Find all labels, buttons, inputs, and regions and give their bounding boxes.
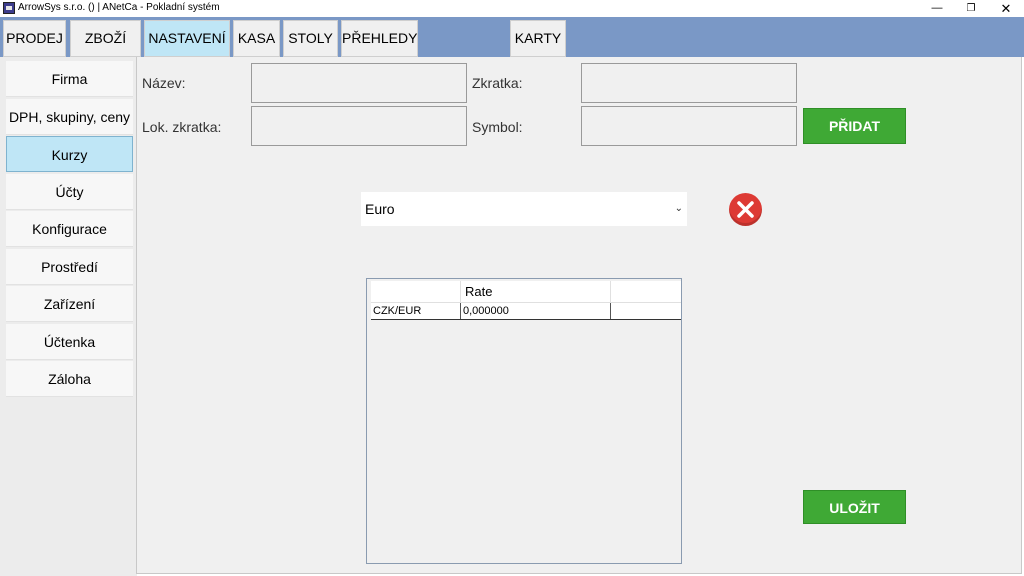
tab-prodej[interactable]: PRODEJ xyxy=(3,20,66,57)
abbr-input[interactable] xyxy=(581,63,797,103)
title-bar: ArrowSys s.r.o. () | ANetCa - Pokladní s… xyxy=(0,0,1024,17)
settings-sidebar: Firma DPH, skupiny, ceny Kurzy Účty Konf… xyxy=(0,57,137,576)
sidebar-item-konfigurace[interactable]: Konfigurace xyxy=(6,211,133,247)
add-button[interactable]: PŘIDAT xyxy=(803,108,906,144)
column-header-pair[interactable] xyxy=(371,281,461,303)
symbol-input[interactable] xyxy=(581,106,797,146)
sidebar-item-zaloha[interactable]: Záloha xyxy=(6,361,133,397)
column-header-extra[interactable] xyxy=(611,281,681,303)
abbr-label: Zkratka: xyxy=(472,75,523,91)
symbol-label: Symbol: xyxy=(472,119,523,135)
rates-table[interactable]: Rate CZK/EUR 0,000000 xyxy=(366,278,682,564)
sidebar-item-ucty[interactable]: Účty xyxy=(6,174,133,210)
app-icon xyxy=(3,2,15,14)
currency-select[interactable]: Euro ⌄ xyxy=(361,192,687,226)
chevron-down-icon: ⌄ xyxy=(674,203,683,214)
sidebar-item-firma[interactable]: Firma xyxy=(6,61,133,97)
rate-value-cell[interactable]: 0,000000 xyxy=(461,303,611,319)
sidebar-item-zarizeni[interactable]: Zařízení xyxy=(6,286,133,322)
tab-nastaveni[interactable]: NASTAVENÍ xyxy=(144,20,230,57)
sidebar-item-dph[interactable]: DPH, skupiny, ceny xyxy=(6,99,133,135)
sidebar-item-kurzy[interactable]: Kurzy xyxy=(6,136,133,172)
tab-stoly[interactable]: STOLY xyxy=(283,20,338,57)
tab-kasa[interactable]: KASA xyxy=(233,20,280,57)
table-row[interactable]: CZK/EUR 0,000000 xyxy=(371,303,681,320)
tab-prehledy[interactable]: PŘEHLEDY xyxy=(341,20,418,57)
rates-table-header: Rate xyxy=(371,281,681,303)
sidebar-item-uctenka[interactable]: Účtenka xyxy=(6,324,133,360)
column-header-rate[interactable]: Rate xyxy=(461,281,611,303)
window-title: ArrowSys s.r.o. () | ANetCa - Pokladní s… xyxy=(18,2,220,13)
rate-extra-cell[interactable] xyxy=(611,303,681,319)
name-label: Název: xyxy=(142,75,186,91)
local-abbr-label: Lok. zkratka: xyxy=(142,119,222,135)
currency-select-value: Euro xyxy=(365,201,395,217)
name-input[interactable] xyxy=(251,63,467,103)
main-menu-bar: PRODEJ ZBOŽÍ NASTAVENÍ KASA STOLY PŘEHLE… xyxy=(0,17,1024,57)
close-button[interactable]: ✕ xyxy=(988,0,1024,17)
save-button[interactable]: ULOŽIT xyxy=(803,490,906,524)
close-icon xyxy=(737,201,754,218)
delete-currency-button[interactable] xyxy=(729,193,762,226)
tab-karty[interactable]: KARTY xyxy=(510,20,566,57)
rate-pair-cell[interactable]: CZK/EUR xyxy=(371,303,461,319)
maximize-button[interactable]: ❐ xyxy=(953,0,989,17)
tab-zbozi[interactable]: ZBOŽÍ xyxy=(70,20,141,57)
sidebar-item-prostredi[interactable]: Prostředí xyxy=(6,249,133,285)
local-abbr-input[interactable] xyxy=(251,106,467,146)
minimize-button[interactable]: — xyxy=(919,0,955,17)
